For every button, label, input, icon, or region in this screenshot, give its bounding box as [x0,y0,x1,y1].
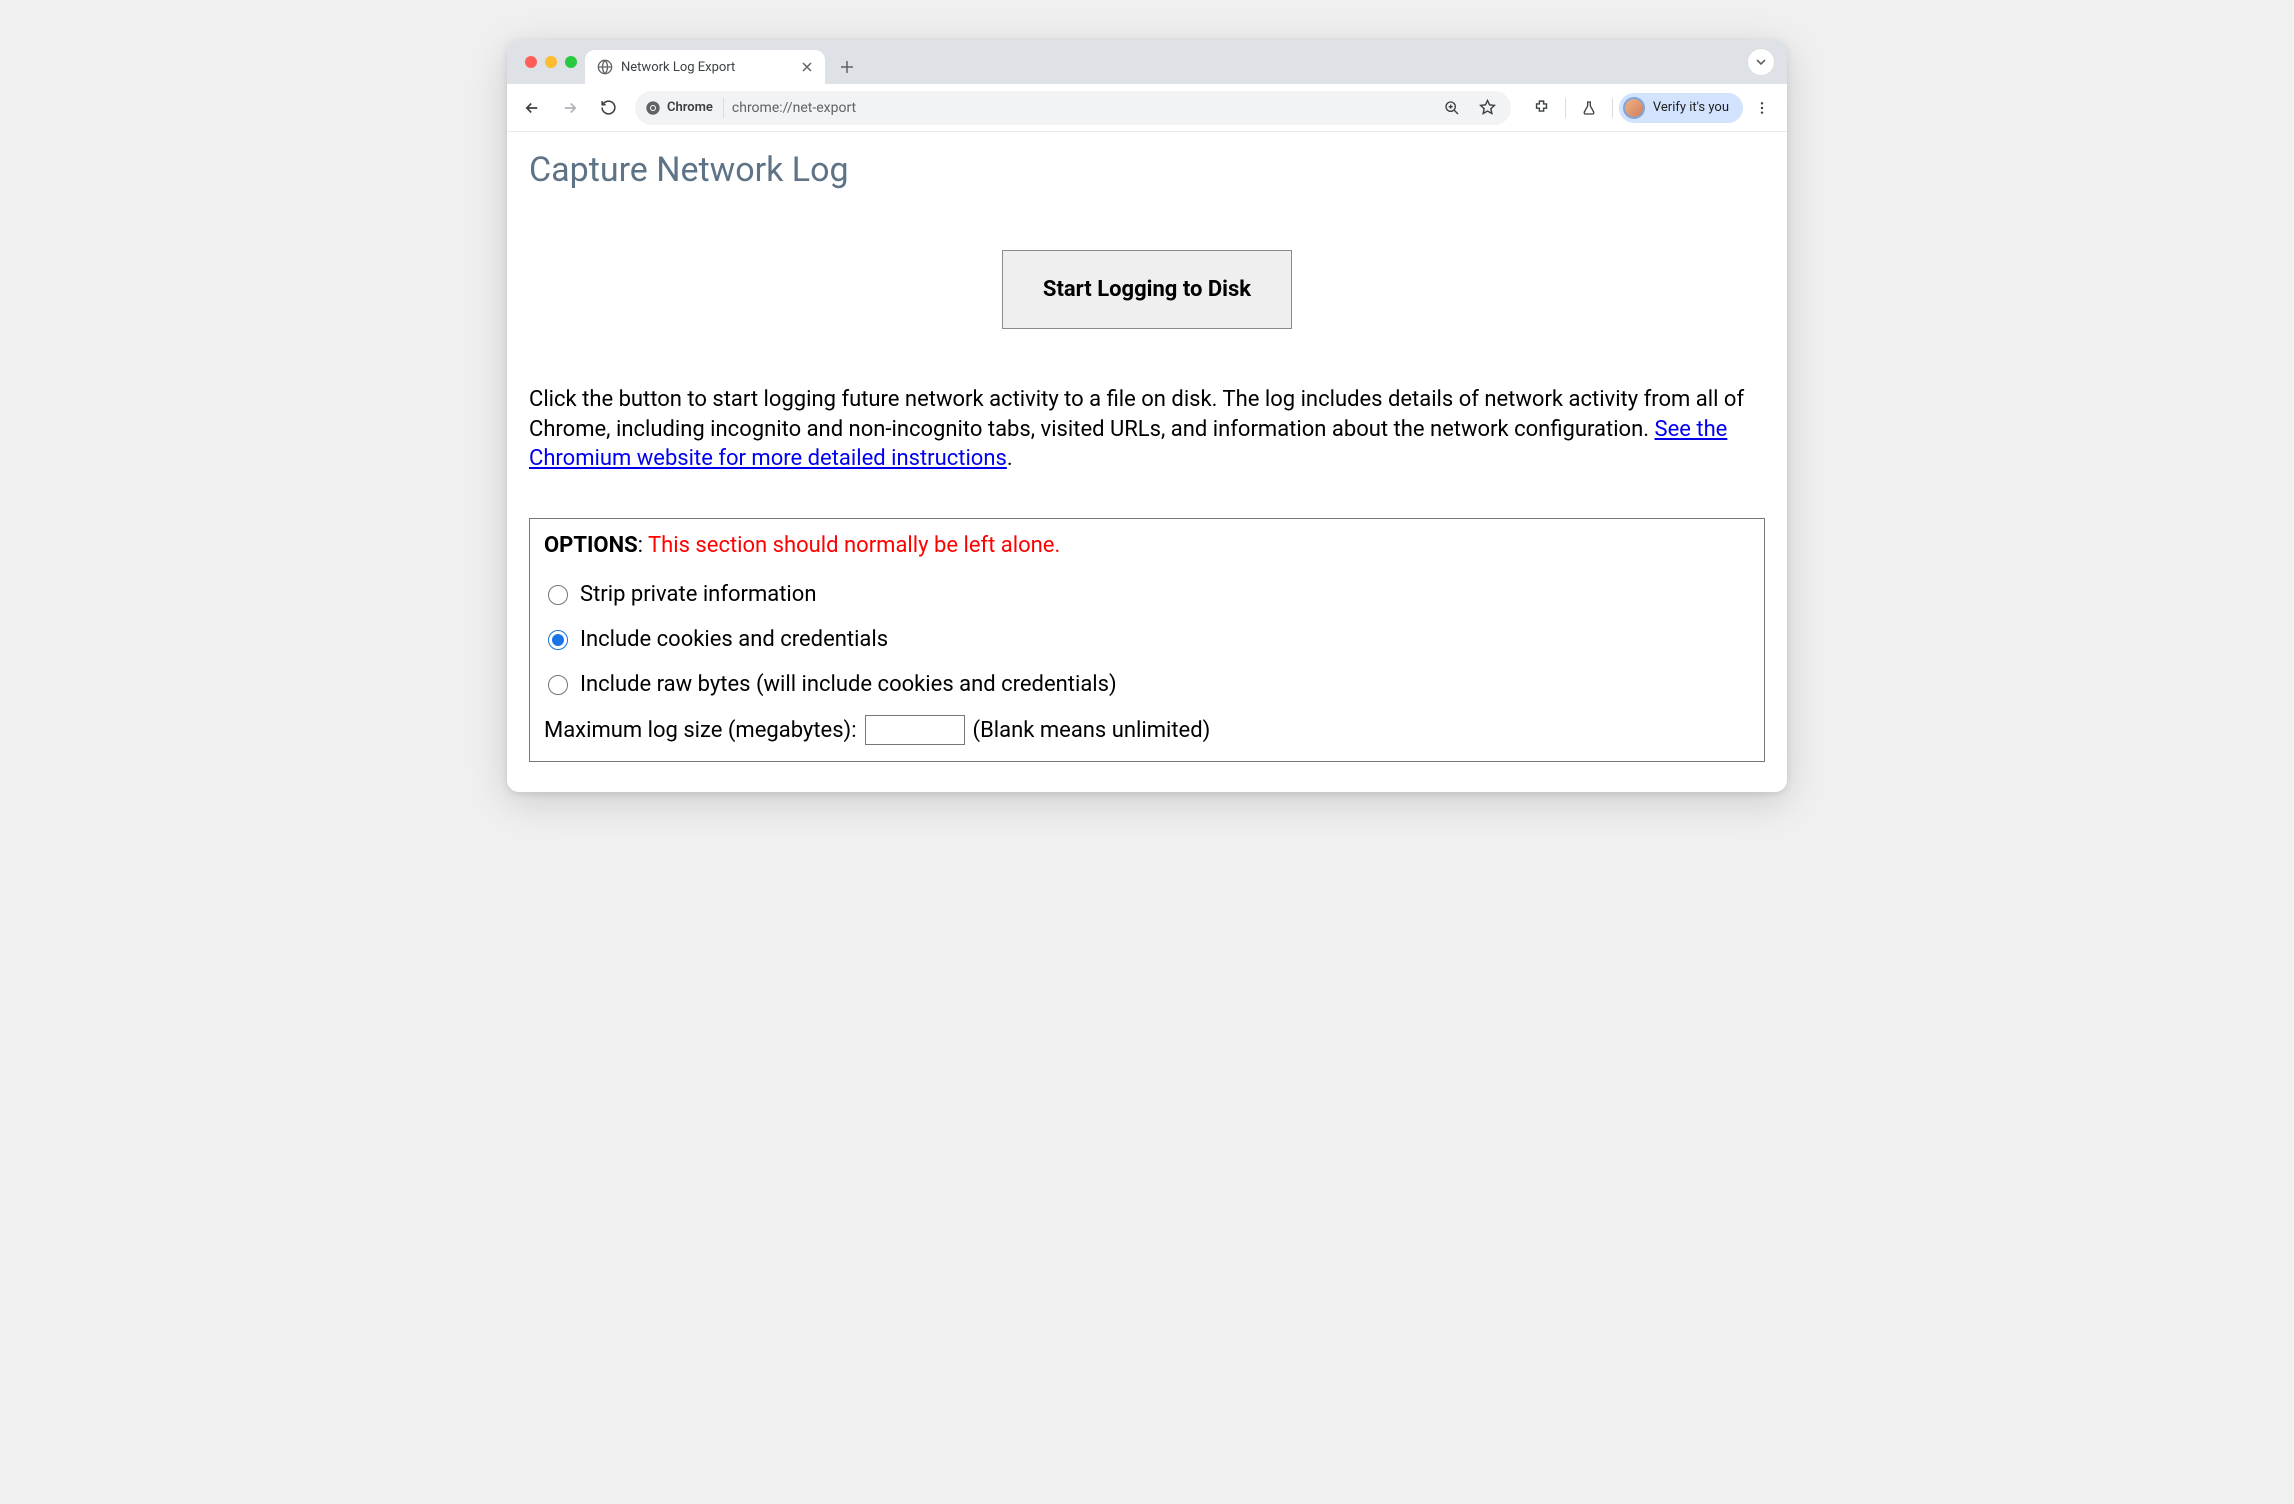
start-logging-button[interactable]: Start Logging to Disk [1002,250,1292,329]
tab-title: Network Log Export [621,60,735,75]
verify-profile-chip[interactable]: Verify it's you [1619,93,1743,123]
chrome-chip-label: Chrome [667,100,713,115]
max-log-size-label: Maximum log size (megabytes): [544,718,857,743]
divider [1565,98,1566,118]
bookmark-star-icon[interactable] [1471,91,1505,125]
tab-strip: Network Log Export [507,40,1787,84]
options-box: OPTIONS: This section should normally be… [529,518,1765,762]
verify-label: Verify it's you [1653,100,1729,115]
radio-input-strip-private[interactable] [548,585,568,605]
reload-button[interactable] [591,91,625,125]
radio-label: Include cookies and credentials [580,627,888,652]
page-title: Capture Network Log [529,150,1765,190]
description-post: . [1007,446,1013,471]
radio-include-raw-bytes[interactable]: Include raw bytes (will include cookies … [544,662,1750,707]
fullscreen-window-button[interactable] [565,56,577,68]
avatar [1623,97,1645,119]
new-tab-button[interactable] [833,53,861,81]
globe-icon [597,59,613,75]
radio-include-cookies[interactable]: Include cookies and credentials [544,617,1750,662]
tab-search-button[interactable] [1747,48,1775,76]
divider [1612,98,1613,118]
omnibox-actions [1435,91,1505,125]
labs-icon[interactable] [1572,91,1606,125]
max-log-size-hint: (Blank means unlimited) [973,718,1211,743]
close-window-button[interactable] [525,56,537,68]
description-text: Click the button to start logging future… [529,385,1765,474]
browser-window: Network Log Export Chrome [507,40,1787,792]
address-bar[interactable]: Chrome chrome://net-export [635,91,1511,125]
description-pre: Click the button to start logging future… [529,387,1744,442]
back-button[interactable] [515,91,549,125]
url-text: chrome://net-export [732,100,1427,116]
chrome-icon [645,100,661,116]
chrome-chip: Chrome [645,98,724,118]
radio-input-include-raw-bytes[interactable] [548,675,568,695]
extensions-icon[interactable] [1525,91,1559,125]
options-header: OPTIONS: This section should normally be… [544,533,1750,558]
radio-strip-private[interactable]: Strip private information [544,572,1750,617]
max-log-size-input[interactable] [865,715,965,745]
close-tab-button[interactable] [799,59,815,75]
radio-input-include-cookies[interactable] [548,630,568,650]
menu-button[interactable] [1745,91,1779,125]
options-header-label: OPTIONS [544,533,638,558]
toolbar-right: Verify it's you [1521,91,1779,125]
toolbar: Chrome chrome://net-export [507,84,1787,132]
options-warning: This section should normally be left alo… [648,533,1060,558]
radio-label: Strip private information [580,582,816,607]
forward-button[interactable] [553,91,587,125]
browser-tab[interactable]: Network Log Export [585,50,825,84]
radio-label: Include raw bytes (will include cookies … [580,672,1117,697]
max-log-size-row: Maximum log size (megabytes): (Blank mea… [544,715,1750,745]
page-content: Capture Network Log Start Logging to Dis… [507,132,1787,792]
window-controls [519,40,585,84]
minimize-window-button[interactable] [545,56,557,68]
zoom-icon[interactable] [1435,91,1469,125]
start-button-container: Start Logging to Disk [529,250,1765,329]
